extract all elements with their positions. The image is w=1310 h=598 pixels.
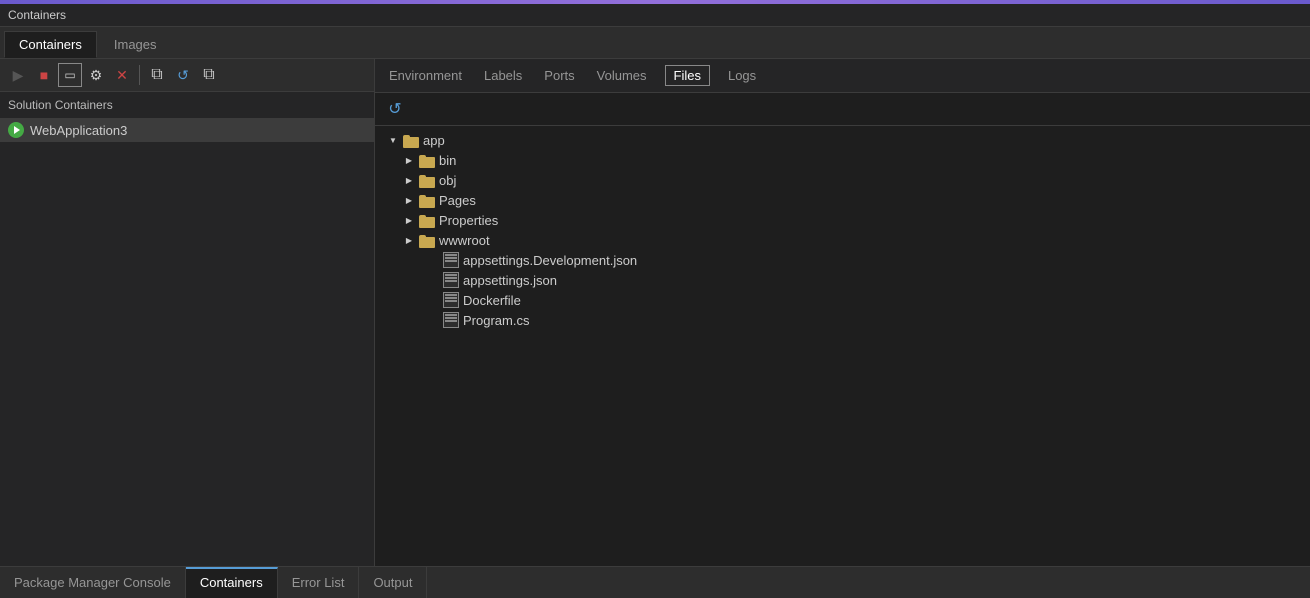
right-tab-bar: Environment Labels Ports Volumes Files L…	[375, 59, 1310, 93]
terminal-button[interactable]: ▭	[58, 63, 82, 87]
play-button[interactable]: ▶	[6, 63, 30, 87]
title-bar: Containers	[0, 4, 1310, 27]
chevron-app: ▼	[387, 134, 399, 146]
tab-images[interactable]: Images	[99, 31, 172, 58]
chevron-wwwroot: ▶	[403, 234, 415, 246]
main-layout: ▶ ■ ▭ ⚙ ✕ ⧉ ↺ ⧉ Solution Containers WebA…	[0, 59, 1310, 566]
stop-button[interactable]: ■	[32, 63, 56, 87]
tab-containers[interactable]: Containers	[4, 31, 97, 58]
chevron-bin: ▶	[403, 154, 415, 166]
label-obj: obj	[439, 173, 456, 188]
file-icon-appsettings-dev	[443, 252, 459, 268]
solution-containers-header: Solution Containers	[0, 92, 374, 118]
label-app: app	[423, 133, 445, 148]
folder-icon-bin	[419, 152, 435, 168]
label-appsettings-dev: appsettings.Development.json	[463, 253, 637, 268]
tree-item-wwwroot[interactable]: ▶ wwwroot	[375, 230, 1310, 250]
settings-button[interactable]: ⚙	[84, 63, 108, 87]
folder-icon-pages	[419, 192, 435, 208]
running-indicator	[8, 122, 24, 138]
tree-item-appsettings[interactable]: ▶ appsettings.json	[375, 270, 1310, 290]
right-toolbar: ↺	[375, 93, 1310, 126]
tree-item-app[interactable]: ▼ app	[375, 130, 1310, 150]
paste-button[interactable]: ⧉	[197, 63, 221, 87]
container-item-webapp3[interactable]: WebApplication3	[0, 118, 374, 142]
top-tab-bar: Containers Images	[0, 27, 1310, 59]
tree-item-pages[interactable]: ▶ Pages	[375, 190, 1310, 210]
file-icon-program	[443, 312, 459, 328]
tab-environment[interactable]: Environment	[385, 66, 466, 85]
delete-button[interactable]: ✕	[110, 63, 134, 87]
folder-icon-app	[403, 132, 419, 148]
label-appsettings: appsettings.json	[463, 273, 557, 288]
tab-volumes[interactable]: Volumes	[593, 66, 651, 85]
tree-item-bin[interactable]: ▶ bin	[375, 150, 1310, 170]
right-panel: Environment Labels Ports Volumes Files L…	[375, 59, 1310, 566]
title-label: Containers	[8, 8, 66, 22]
label-properties: Properties	[439, 213, 498, 228]
label-wwwroot: wwwroot	[439, 233, 490, 248]
bottom-tab-output[interactable]: Output	[359, 567, 427, 598]
chevron-pages: ▶	[403, 194, 415, 206]
tree-item-dockerfile[interactable]: ▶ Dockerfile	[375, 290, 1310, 310]
bottom-tab-pkg-manager[interactable]: Package Manager Console	[0, 567, 186, 598]
tree-item-properties[interactable]: ▶ Properties	[375, 210, 1310, 230]
bottom-tab-error-list[interactable]: Error List	[278, 567, 360, 598]
bottom-tab-containers[interactable]: Containers	[186, 567, 278, 598]
restart-button[interactable]: ↺	[171, 63, 195, 87]
tree-item-obj[interactable]: ▶ obj	[375, 170, 1310, 190]
label-dockerfile: Dockerfile	[463, 293, 521, 308]
label-bin: bin	[439, 153, 456, 168]
tree-item-program[interactable]: ▶ Program.cs	[375, 310, 1310, 330]
chevron-properties: ▶	[403, 214, 415, 226]
tab-files[interactable]: Files	[665, 65, 710, 86]
file-tree: ▼ app ▶ bin ▶ obj ▶	[375, 126, 1310, 566]
container-label: WebApplication3	[30, 123, 127, 138]
separator-1	[139, 65, 140, 85]
refresh-button[interactable]: ↺	[383, 97, 407, 121]
tab-ports[interactable]: Ports	[540, 66, 578, 85]
chevron-obj: ▶	[403, 174, 415, 186]
label-pages: Pages	[439, 193, 476, 208]
tree-item-appsettings-dev[interactable]: ▶ appsettings.Development.json	[375, 250, 1310, 270]
copy-button[interactable]: ⧉	[145, 63, 169, 87]
file-icon-dockerfile	[443, 292, 459, 308]
label-program: Program.cs	[463, 313, 529, 328]
tab-labels[interactable]: Labels	[480, 66, 526, 85]
folder-icon-wwwroot	[419, 232, 435, 248]
tab-logs[interactable]: Logs	[724, 66, 760, 85]
folder-icon-obj	[419, 172, 435, 188]
file-icon-appsettings	[443, 272, 459, 288]
bottom-tab-bar: Package Manager Console Containers Error…	[0, 566, 1310, 598]
left-panel: ▶ ■ ▭ ⚙ ✕ ⧉ ↺ ⧉ Solution Containers WebA…	[0, 59, 375, 566]
toolbar: ▶ ■ ▭ ⚙ ✕ ⧉ ↺ ⧉	[0, 59, 374, 92]
folder-icon-properties	[419, 212, 435, 228]
